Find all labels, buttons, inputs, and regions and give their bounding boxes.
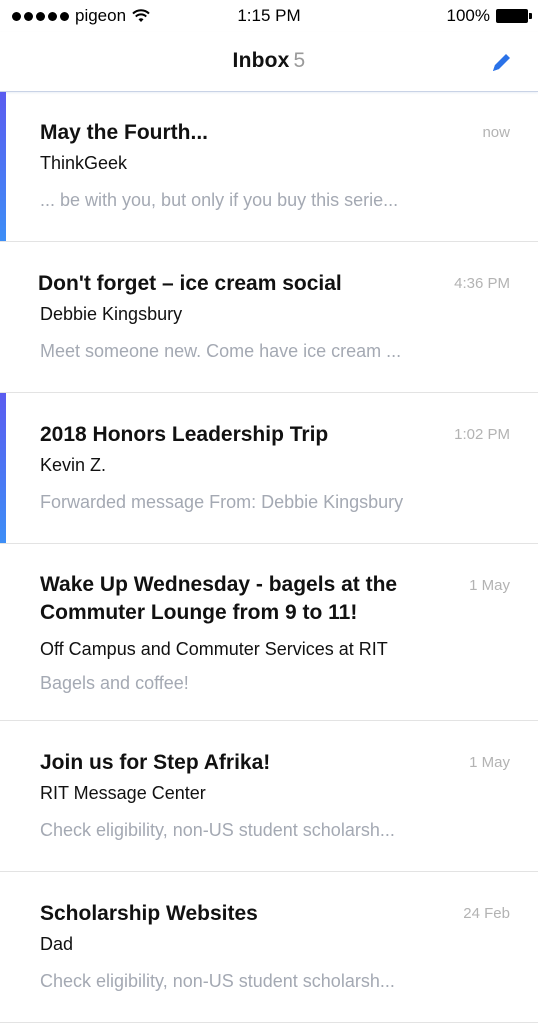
message-row[interactable]: Scholarship Websites 24 Feb Dad Check el… bbox=[0, 872, 538, 1023]
message-row[interactable]: May the Fourth... now ThinkGeek ... be w… bbox=[0, 92, 538, 242]
status-right: 100% bbox=[446, 6, 532, 26]
message-time: 1:02 PM bbox=[454, 426, 510, 443]
unread-count: 5 bbox=[293, 49, 306, 72]
message-subject: Scholarship Websites bbox=[40, 902, 258, 925]
message-row[interactable]: Don't forget – ice cream social 4:36 PM … bbox=[0, 242, 538, 393]
message-sender: ThinkGeek bbox=[40, 153, 128, 173]
battery-percent: 100% bbox=[446, 6, 490, 25]
message-sender: Dad bbox=[40, 934, 74, 954]
message-subject: May the Fourth... bbox=[40, 121, 208, 144]
navigation-bar: Inbox 5 bbox=[0, 32, 538, 92]
message-subject: 2018 Honors Leadership Trip bbox=[40, 423, 329, 446]
message-preview: Forwarded message From: Debbie Kingsbury bbox=[40, 492, 404, 512]
battery-icon bbox=[496, 9, 532, 23]
message-preview: ... be with you, but only if you buy thi… bbox=[40, 190, 399, 210]
message-time: 4:36 PM bbox=[454, 275, 510, 292]
message-sender: Debbie Kingsbury bbox=[40, 304, 183, 324]
message-time: now bbox=[482, 124, 510, 141]
page-title: Inbox 5 bbox=[0, 49, 538, 73]
unread-indicator bbox=[0, 393, 6, 543]
message-sender: Kevin Z. bbox=[40, 455, 107, 475]
message-row[interactable]: Wake Up Wednesday - bagels at the Commut… bbox=[0, 544, 538, 721]
message-time: 1 May bbox=[469, 577, 510, 594]
unread-indicator bbox=[0, 92, 6, 241]
message-subject: Wake Up Wednesday - bagels at the Commut… bbox=[40, 573, 398, 624]
message-time: 24 Feb bbox=[463, 905, 510, 922]
message-list: May the Fourth... now ThinkGeek ... be w… bbox=[0, 92, 538, 1023]
message-sender: RIT Message Center bbox=[40, 783, 206, 803]
message-row[interactable]: 2018 Honors Leadership Trip 1:02 PM Kevi… bbox=[0, 393, 538, 544]
message-preview: Check eligibility, non-US student schola… bbox=[40, 820, 395, 840]
message-subject: Join us for Step Afrika! bbox=[40, 751, 271, 774]
message-time: 1 May bbox=[469, 754, 510, 771]
message-row[interactable]: Join us for Step Afrika! 1 May RIT Messa… bbox=[0, 721, 538, 872]
status-bar: pigeon 1:15 PM 100% bbox=[0, 0, 538, 32]
message-preview: Check eligibility, non-US student schola… bbox=[40, 971, 395, 991]
message-preview: Bagels and coffee! bbox=[40, 673, 189, 693]
message-subject: Don't forget – ice cream social bbox=[38, 272, 342, 295]
compose-icon[interactable] bbox=[488, 50, 514, 76]
message-sender: Off Campus and Commuter Services at RIT bbox=[40, 639, 388, 659]
message-preview: Meet someone new. Come have ice cream ..… bbox=[40, 341, 402, 361]
inbox-title: Inbox bbox=[232, 49, 290, 72]
